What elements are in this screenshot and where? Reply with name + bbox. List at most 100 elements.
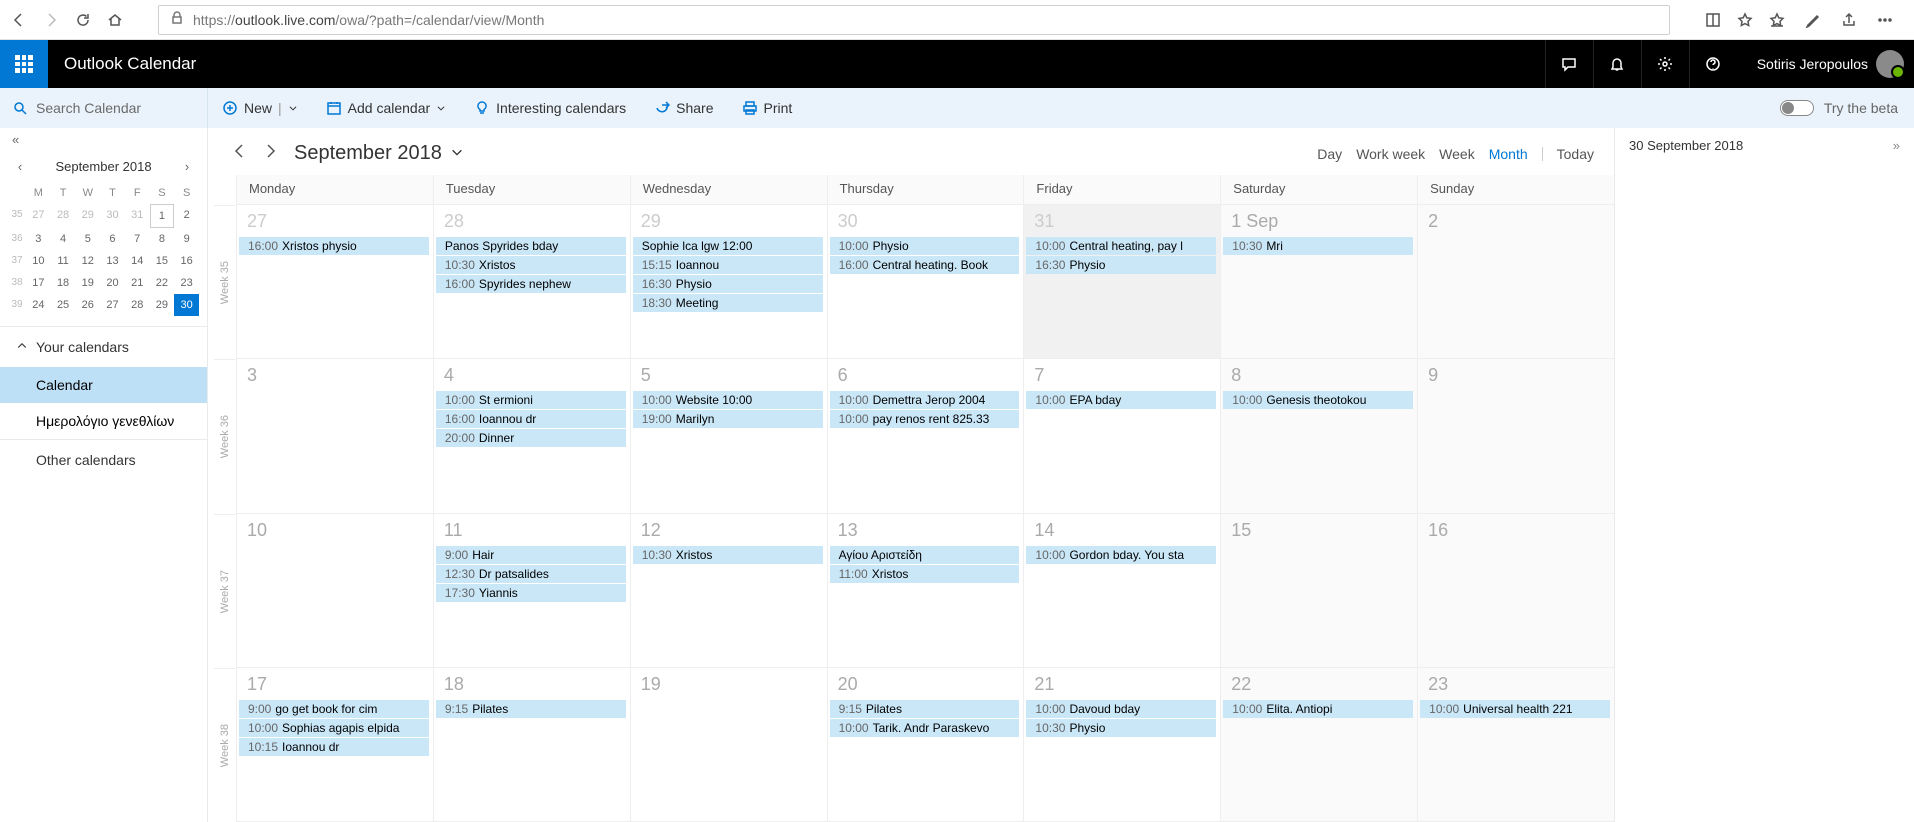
view-month[interactable]: Month bbox=[1489, 146, 1528, 162]
day-cell[interactable]: 9 bbox=[1417, 359, 1614, 512]
favorite-icon[interactable] bbox=[1736, 11, 1754, 29]
mini-day[interactable]: 29 bbox=[150, 294, 175, 316]
app-launcher[interactable] bbox=[0, 40, 48, 88]
calendar-event[interactable]: 20:00Dinner bbox=[436, 429, 626, 447]
notes-icon[interactable] bbox=[1804, 11, 1822, 29]
more-icon[interactable] bbox=[1876, 11, 1894, 29]
mini-day[interactable]: 18 bbox=[51, 272, 76, 294]
calendar-event[interactable]: 10:00Gordon bday. You sta bbox=[1026, 546, 1216, 564]
day-cell[interactable]: 179:00go get book for cim10:00Sophias ag… bbox=[236, 668, 433, 821]
calendar-event[interactable]: 15:15Ioannou bbox=[633, 256, 823, 274]
day-cell[interactable]: 2210:00Elita. Antiopi bbox=[1220, 668, 1417, 821]
favorites-hub-icon[interactable] bbox=[1768, 11, 1786, 29]
calendar-event[interactable]: 9:15Pilates bbox=[830, 700, 1020, 718]
calendar-event[interactable]: Αγίου Αριστείδη bbox=[830, 546, 1020, 564]
mini-day[interactable]: 24 bbox=[26, 294, 51, 316]
expand-agenda-icon[interactable]: » bbox=[1893, 138, 1900, 153]
calendar-event[interactable]: 10:30Physio bbox=[1026, 719, 1216, 737]
collapse-sidebar[interactable]: « bbox=[0, 128, 207, 151]
day-cell[interactable]: 2716:00Xristos physio bbox=[236, 205, 433, 358]
home-icon[interactable] bbox=[106, 11, 124, 29]
calendar-event[interactable]: 10:00pay renos rent 825.33 bbox=[830, 410, 1020, 428]
calendar-event[interactable]: 10:30Xristos bbox=[633, 546, 823, 564]
day-cell[interactable]: 209:15Pilates10:00Tarik. Andr Paraskevo bbox=[827, 668, 1024, 821]
view-workweek[interactable]: Work week bbox=[1356, 146, 1425, 162]
calendar-event[interactable]: 10:00Website 10:00 bbox=[633, 391, 823, 409]
help-icon[interactable] bbox=[1689, 40, 1737, 88]
day-cell[interactable]: 3010:00Physio16:00Central heating. Book bbox=[827, 205, 1024, 358]
calendar-event[interactable]: Panos Spyrides bday bbox=[436, 237, 626, 255]
mini-day[interactable]: 5 bbox=[75, 228, 100, 250]
calendar-event[interactable]: 10:00EPA bday bbox=[1026, 391, 1216, 409]
user-menu[interactable]: Sotiris Jeropoulos bbox=[1737, 50, 1914, 78]
calendar-event[interactable]: 16:00Spyrides nephew bbox=[436, 275, 626, 293]
calendar-event[interactable]: 16:00Ioannou dr bbox=[436, 410, 626, 428]
day-cell[interactable]: 510:00Website 10:0019:00Marilyn bbox=[630, 359, 827, 512]
mini-day[interactable]: 8 bbox=[150, 228, 175, 250]
calendar-event[interactable]: 10:00Sophias agapis elpida bbox=[239, 719, 429, 737]
calendar-event[interactable]: 18:30Meeting bbox=[633, 294, 823, 312]
address-bar[interactable]: https://outlook.live.com/owa/?path=/cale… bbox=[158, 5, 1670, 35]
day-cell[interactable]: 610:00Demettra Jerop 200410:00pay renos … bbox=[827, 359, 1024, 512]
calendar-item-birthdays[interactable]: Ημερολόγιο γενεθλίων bbox=[0, 403, 207, 439]
mini-day[interactable]: 7 bbox=[125, 228, 150, 250]
new-button[interactable]: New | bbox=[208, 88, 312, 128]
view-today[interactable]: Today bbox=[1557, 146, 1594, 162]
chat-icon[interactable] bbox=[1545, 40, 1593, 88]
settings-icon[interactable] bbox=[1641, 40, 1689, 88]
calendar-event[interactable]: 10:30Xristos bbox=[436, 256, 626, 274]
day-cell[interactable]: 1410:00Gordon bday. You sta bbox=[1023, 514, 1220, 667]
mini-day[interactable]: 12 bbox=[75, 250, 100, 272]
mini-day[interactable]: 3 bbox=[26, 228, 51, 250]
mini-day[interactable]: 1 bbox=[150, 204, 175, 228]
day-cell[interactable]: 19 bbox=[630, 668, 827, 821]
calendar-event[interactable]: 16:30Physio bbox=[633, 275, 823, 293]
mini-day[interactable]: 22 bbox=[150, 272, 175, 294]
day-cell[interactable]: 1210:30Xristos bbox=[630, 514, 827, 667]
calendar-event[interactable]: 9:00go get book for cim bbox=[239, 700, 429, 718]
print-button[interactable]: Print bbox=[728, 88, 807, 128]
calendar-event[interactable]: 19:00Marilyn bbox=[633, 410, 823, 428]
mini-day[interactable]: 30 bbox=[174, 294, 199, 316]
calendar-event[interactable]: 10:00Elita. Antiopi bbox=[1223, 700, 1413, 718]
other-calendars-header[interactable]: Other calendars bbox=[0, 440, 207, 480]
calendar-event[interactable]: 10:00Davoud bday bbox=[1026, 700, 1216, 718]
day-cell[interactable]: 3 bbox=[236, 359, 433, 512]
calendar-event[interactable]: 10:15Ioannou dr bbox=[239, 738, 429, 756]
day-cell[interactable]: 3110:00Central heating, pay l16:30Physio bbox=[1023, 205, 1220, 358]
calendar-event[interactable]: 10:00Universal health 221 bbox=[1420, 700, 1610, 718]
next-month-mini[interactable]: › bbox=[179, 159, 195, 174]
day-cell[interactable]: 28Panos Spyrides bday10:30Xristos16:00Sp… bbox=[433, 205, 630, 358]
reading-list-icon[interactable] bbox=[1704, 11, 1722, 29]
day-cell[interactable]: 2 bbox=[1417, 205, 1614, 358]
mini-day[interactable]: 17 bbox=[26, 272, 51, 294]
mini-day[interactable]: 31 bbox=[125, 204, 150, 228]
day-cell[interactable]: 119:00Hair12:30Dr patsalides17:30Yiannis bbox=[433, 514, 630, 667]
calendar-event[interactable]: Sophie lca lgw 12:00 bbox=[633, 237, 823, 255]
your-calendars-header[interactable]: Your calendars bbox=[0, 327, 207, 367]
notifications-icon[interactable] bbox=[1593, 40, 1641, 88]
mini-day[interactable]: 28 bbox=[125, 294, 150, 316]
calendar-event[interactable]: 16:00Central heating. Book bbox=[830, 256, 1020, 274]
calendar-event[interactable]: 10:00Physio bbox=[830, 237, 1020, 255]
share-button[interactable]: Share bbox=[640, 88, 727, 128]
calendar-event[interactable]: 10:30Mri bbox=[1223, 237, 1413, 255]
day-cell[interactable]: 710:00EPA bday bbox=[1023, 359, 1220, 512]
calendar-event[interactable]: 11:00Xristos bbox=[830, 565, 1020, 583]
current-month[interactable]: September 2018 bbox=[294, 142, 464, 165]
mini-day[interactable]: 10 bbox=[26, 250, 51, 272]
mini-day[interactable]: 20 bbox=[100, 272, 125, 294]
mini-day[interactable]: 26 bbox=[75, 294, 100, 316]
mini-day[interactable]: 27 bbox=[26, 204, 51, 228]
view-day[interactable]: Day bbox=[1317, 146, 1342, 162]
day-cell[interactable]: 15 bbox=[1220, 514, 1417, 667]
mini-day[interactable]: 2 bbox=[174, 204, 199, 228]
mini-day[interactable]: 4 bbox=[51, 228, 76, 250]
mini-day[interactable]: 30 bbox=[100, 204, 125, 228]
calendar-event[interactable]: 12:30Dr patsalides bbox=[436, 565, 626, 583]
mini-day[interactable]: 21 bbox=[125, 272, 150, 294]
mini-day[interactable]: 11 bbox=[51, 250, 76, 272]
prev-period[interactable] bbox=[232, 143, 248, 164]
calendar-event[interactable]: 10:00Central heating, pay l bbox=[1026, 237, 1216, 255]
mini-day[interactable]: 16 bbox=[174, 250, 199, 272]
